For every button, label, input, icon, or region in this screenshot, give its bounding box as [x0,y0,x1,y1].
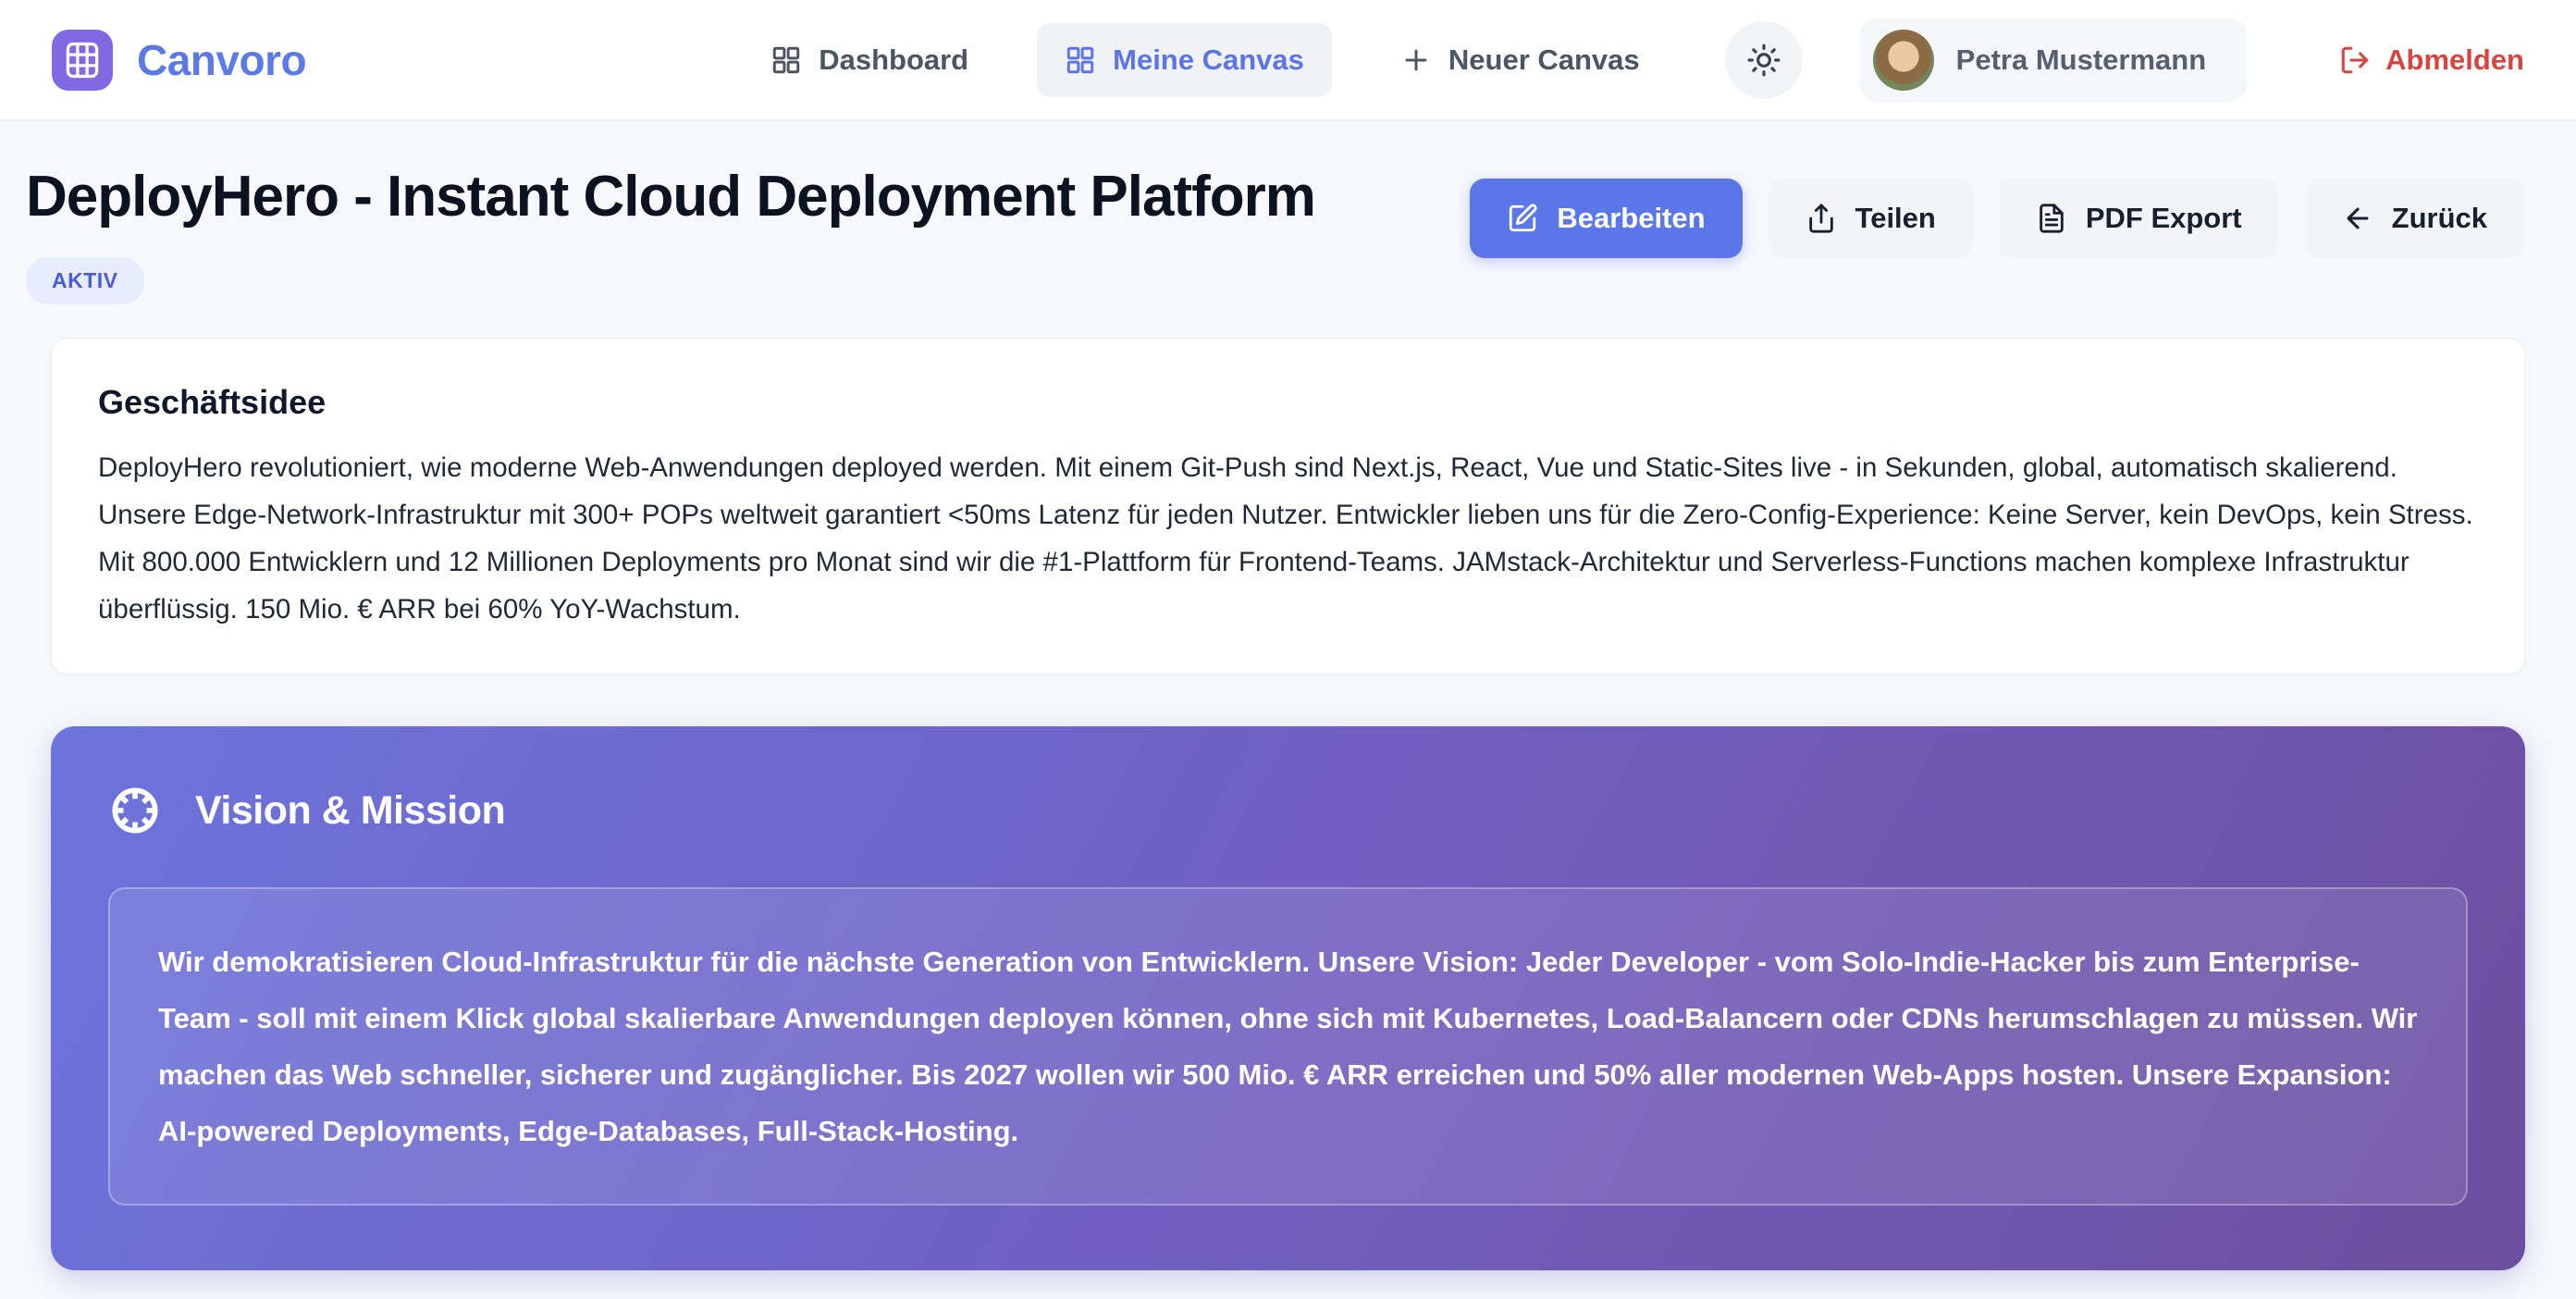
page-header: DeployHero - Instant Cloud Deployment Pl… [0,121,2576,304]
share-button-label: Teilen [1855,202,1936,235]
share-button[interactable]: Teilen [1769,179,1973,258]
back-button-label: Zurück [2392,202,2487,235]
plus-icon [1400,44,1432,76]
edit-pencil-icon [1507,203,1538,234]
vision-mission-header: Vision & Mission [108,784,2468,837]
compass-wheel-icon [108,784,162,837]
vision-text: Wir demokratisieren Cloud-Infrastruktur … [158,934,2418,1159]
top-navbar: Canvoro Dashboard Meine Canvas [0,0,2576,121]
theme-toggle-button[interactable] [1725,21,1803,99]
canvas-grid-logo-icon [52,30,113,91]
action-buttons: Bearbeiten Teilen PDF Export [1470,179,2524,258]
back-button[interactable]: Zurück [2305,179,2524,258]
share-icon [1806,203,1837,234]
arrow-left-icon [2342,203,2373,234]
nav-dashboard[interactable]: Dashboard [743,23,996,97]
dashboard-grid-icon [770,44,802,76]
page-title-block: DeployHero - Instant Cloud Deployment Pl… [26,164,1315,304]
nav-new-canvas[interactable]: Neuer Canvas [1373,23,1668,97]
user-name: Petra Mustermann [1956,43,2206,77]
business-idea-text: DeployHero revolutioniert, wie moderne W… [98,444,2478,633]
user-menu[interactable]: Petra Mustermann [1860,19,2247,102]
nav-dashboard-label: Dashboard [819,43,968,77]
canvas-grid-icon [1065,44,1096,76]
nav-new-canvas-label: Neuer Canvas [1448,43,1640,77]
logout-icon [2339,44,2371,76]
page-title: DeployHero - Instant Cloud Deployment Pl… [26,164,1315,229]
business-idea-heading: Geschäftsidee [98,383,2478,422]
edit-button[interactable]: Bearbeiten [1470,179,1742,258]
vision-text-panel: Wir demokratisieren Cloud-Infrastruktur … [108,887,2468,1206]
user-avatar [1873,30,1934,91]
brand-logo[interactable]: Canvoro [52,30,306,91]
nav-my-canvas[interactable]: Meine Canvas [1037,23,1332,97]
main-nav: Dashboard Meine Canvas Neuer Canvas [743,19,2524,102]
edit-button-label: Bearbeiten [1557,202,1705,235]
logout-button[interactable]: Abmelden [2339,43,2524,77]
sun-icon [1746,43,1781,78]
brand-name: Canvoro [137,35,306,85]
pdf-export-button-label: PDF Export [2086,202,2242,235]
nav-my-canvas-label: Meine Canvas [1113,43,1304,77]
logout-label: Abmelden [2385,43,2524,77]
file-document-icon [2036,203,2067,234]
status-badge: AKTIV [26,257,144,304]
vision-mission-title: Vision & Mission [195,788,505,834]
vision-mission-card: Vision & Mission Wir demokratisieren Clo… [51,726,2525,1270]
pdf-export-button[interactable]: PDF Export [1999,179,2279,258]
business-idea-card: Geschäftsidee DeployHero revolutioniert,… [51,338,2525,674]
